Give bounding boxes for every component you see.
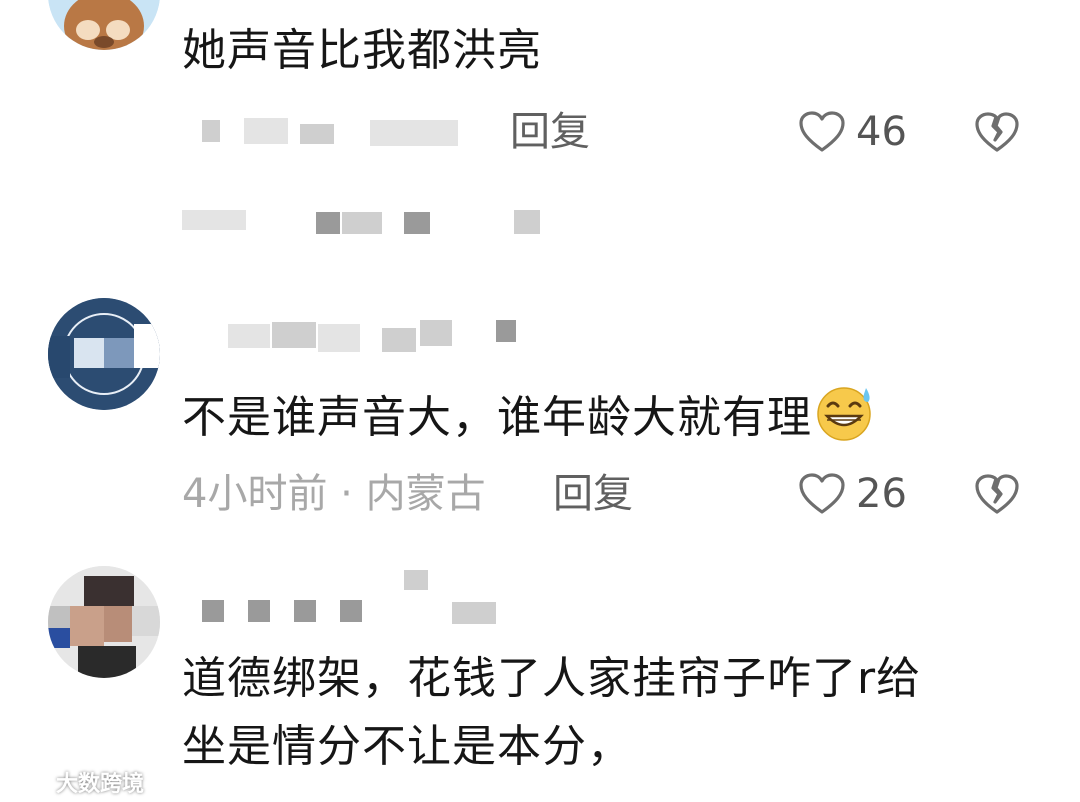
like-button[interactable]: 26 (798, 466, 907, 522)
redacted-row (182, 204, 562, 244)
heart-outline-icon (799, 473, 845, 514)
watermark-text: 大数跨境 (56, 772, 145, 797)
comment-meta-redacted (182, 104, 482, 160)
comment-item: 不是谁声音大，谁年龄大就有理 4小时前 · 内蒙古 回复 26 (0, 290, 1080, 540)
broken-heart-icon (975, 112, 1019, 152)
broken-heart-icon (975, 474, 1019, 514)
badge-avatar-icon (48, 298, 160, 410)
comment-text: 不是谁声音大，谁年龄大就有理 (182, 384, 876, 449)
like-count: 46 (856, 109, 907, 155)
dislike-button[interactable] (972, 104, 1026, 160)
person-avatar-icon (48, 566, 160, 678)
avatar[interactable] (48, 298, 160, 410)
comment-meta: 4小时前 · 内蒙古 (182, 471, 486, 517)
comment-text-body: 不是谁声音大，谁年龄大就有理 (182, 392, 812, 443)
comment-text-line2: 坐是情分不让是本分， (182, 721, 632, 772)
dislike-button[interactable] (972, 466, 1026, 522)
reply-button[interactable]: 回复 (510, 104, 590, 160)
comment-item: 道德绑架，花钱了人家挂帘子咋了r给 坐是情分不让是本分， (0, 560, 1080, 802)
avatar[interactable] (48, 0, 160, 50)
cartoon-mouse-avatar-icon (48, 0, 160, 50)
like-button[interactable]: 46 (798, 104, 907, 160)
comment-text: 她声音比我都洪亮 (182, 25, 542, 76)
sweat-smile-emoji (817, 387, 871, 441)
heart-outline-icon (799, 111, 845, 152)
watermark-logo-icon (10, 772, 52, 791)
like-count: 26 (856, 471, 907, 517)
username-redacted (182, 570, 542, 624)
avatar[interactable] (48, 566, 160, 678)
watermark: 大数跨境 (8, 766, 144, 798)
username-redacted (182, 318, 542, 352)
reply-button[interactable]: 回复 (553, 466, 633, 522)
comment-item: 她声音比我都洪亮 回复 46 (0, 0, 1080, 200)
comment-text-line1: 道德绑架，花钱了人家挂帘子咋了r给 (182, 653, 922, 704)
